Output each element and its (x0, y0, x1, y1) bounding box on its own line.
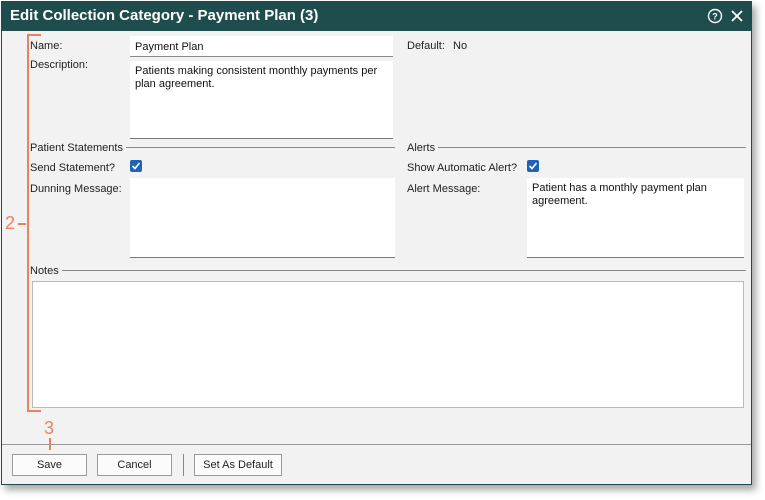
checkmark-icon (528, 162, 538, 170)
close-icon[interactable] (729, 8, 745, 24)
cancel-button[interactable]: Cancel (97, 454, 172, 476)
description-label: Description: (30, 59, 89, 71)
send-statement-checkbox[interactable] (130, 160, 142, 172)
dunning-message-textarea[interactable] (130, 178, 395, 258)
notes-section-label: Notes (30, 265, 59, 277)
annotation-bracket-top (27, 34, 41, 36)
send-statement-label: Send Statement? (30, 162, 116, 174)
save-button[interactable]: Save (12, 454, 87, 476)
dialog-title: Edit Collection Category - Payment Plan … (10, 7, 319, 24)
annotation-bracket (27, 35, 29, 412)
alerts-section-label: Alerts (407, 142, 436, 154)
section-divider (126, 147, 395, 148)
section-divider (62, 270, 746, 271)
footer-divider (2, 444, 751, 445)
name-label: Name: (30, 40, 63, 52)
section-divider (438, 147, 746, 148)
annotation-bracket-bottom (27, 410, 41, 412)
name-input[interactable] (130, 36, 393, 57)
notes-textarea[interactable] (32, 281, 744, 408)
help-icon[interactable]: ? (707, 8, 723, 24)
dunning-message-label: Dunning Message: (30, 183, 122, 195)
patient-statements-section-label: Patient Statements (30, 142, 123, 154)
default-label: Default: (407, 40, 445, 52)
title-bar: Edit Collection Category - Payment Plan … (2, 2, 751, 31)
show-alert-label: Show Automatic Alert? (407, 162, 518, 174)
default-value: No (453, 40, 468, 52)
svg-text:?: ? (712, 12, 718, 22)
button-separator (183, 454, 184, 476)
alert-message-label: Alert Message: (407, 183, 481, 195)
show-alert-checkbox[interactable] (527, 160, 539, 172)
annotation-bracket-tick (18, 223, 26, 225)
annotation-number-3: 3 (44, 418, 55, 438)
edit-collection-category-dialog: Edit Collection Category - Payment Plan … (1, 1, 752, 485)
description-textarea[interactable]: Patients making consistent monthly payme… (130, 61, 393, 139)
alert-message-textarea[interactable]: Patient has a monthly payment plan agree… (527, 178, 744, 258)
checkmark-icon (131, 162, 141, 170)
set-as-default-button[interactable]: Set As Default (194, 454, 282, 476)
annotation-number-2: 2 (5, 213, 16, 233)
